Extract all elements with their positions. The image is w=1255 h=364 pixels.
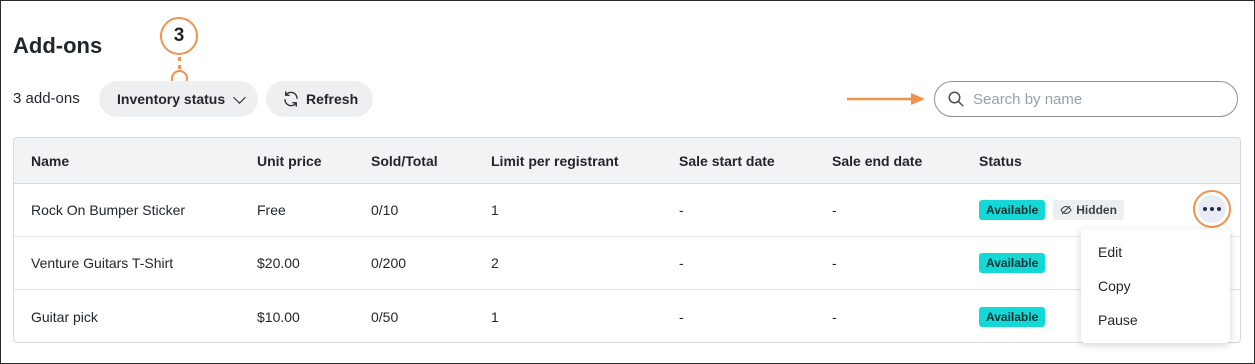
cell-name: Guitar pick xyxy=(31,308,98,325)
more-actions-button[interactable] xyxy=(1193,190,1231,228)
addon-count: 3 add-ons xyxy=(13,90,80,107)
step-callout: 3 xyxy=(160,17,198,55)
header-sold-total[interactable]: Sold/Total xyxy=(371,138,438,183)
callout-number: 3 xyxy=(173,25,185,46)
search-field[interactable] xyxy=(934,81,1238,117)
status-badge: Available xyxy=(979,306,1046,327)
refresh-icon xyxy=(284,91,298,107)
header-status[interactable]: Status xyxy=(979,138,1022,183)
cell-name: Rock On Bumper Sticker xyxy=(31,202,186,218)
more-horizontal-icon xyxy=(1198,195,1226,223)
inventory-status-filter[interactable]: Inventory status xyxy=(99,81,258,117)
refresh-label: Refresh xyxy=(306,91,359,107)
cell-price: $20.00 xyxy=(257,255,300,271)
menu-item-edit[interactable]: Edit xyxy=(1081,235,1230,269)
header-limit[interactable]: Limit per registrant xyxy=(491,138,619,183)
cell-sold: 0/10 xyxy=(371,202,399,218)
page-title: Add-ons xyxy=(13,33,103,58)
cell-limit: 1 xyxy=(491,202,499,218)
refresh-button[interactable]: Refresh xyxy=(266,81,373,117)
eye-off-icon xyxy=(1060,205,1072,215)
cell-status: Available xyxy=(979,237,1046,289)
header-sale-end[interactable]: Sale end date xyxy=(832,138,922,183)
cell-end: - xyxy=(832,255,837,271)
search-input[interactable] xyxy=(973,90,1223,108)
cell-end: - xyxy=(832,308,837,325)
cell-end: - xyxy=(832,202,837,218)
hidden-label: Hidden xyxy=(1076,203,1117,217)
menu-item-pause[interactable]: Pause xyxy=(1081,303,1230,337)
cell-status: Available xyxy=(979,290,1046,342)
table-row[interactable]: Venture Guitars T-Shirt $20.00 0/200 2 -… xyxy=(14,237,1240,290)
table-header-row: Name Unit price Sold/Total Limit per reg… xyxy=(14,138,1240,184)
cell-sold: 0/50 xyxy=(371,308,399,325)
cell-sold: 0/200 xyxy=(371,255,407,271)
cell-limit: 1 xyxy=(491,308,499,325)
cell-start: - xyxy=(679,202,684,218)
table-row[interactable]: Rock On Bumper Sticker Free 0/10 1 - - A… xyxy=(14,184,1240,237)
status-badge: Available xyxy=(979,200,1046,220)
hidden-badge: Hidden xyxy=(1053,200,1124,220)
addons-table: Name Unit price Sold/Total Limit per reg… xyxy=(13,137,1241,343)
menu-item-copy[interactable]: Copy xyxy=(1081,269,1230,303)
cell-name: Venture Guitars T-Shirt xyxy=(31,255,174,271)
header-sale-start[interactable]: Sale start date xyxy=(679,138,775,183)
header-name[interactable]: Name xyxy=(31,138,69,183)
cell-price: $10.00 xyxy=(257,308,300,325)
arrow-right-icon xyxy=(847,93,925,105)
search-icon xyxy=(948,91,964,107)
cell-limit: 2 xyxy=(491,255,499,271)
callout-connector xyxy=(178,57,181,69)
cell-price: Free xyxy=(257,202,286,218)
status-badge: Available xyxy=(979,253,1046,273)
chevron-down-icon xyxy=(233,91,246,104)
inventory-status-label: Inventory status xyxy=(117,91,226,107)
header-unit-price[interactable]: Unit price xyxy=(257,138,322,183)
actions-menu: Edit Copy Pause xyxy=(1081,229,1230,343)
table-row[interactable]: Guitar pick $10.00 0/50 1 - - Available xyxy=(14,290,1240,342)
cell-start: - xyxy=(679,255,684,271)
cell-start: - xyxy=(679,308,684,325)
